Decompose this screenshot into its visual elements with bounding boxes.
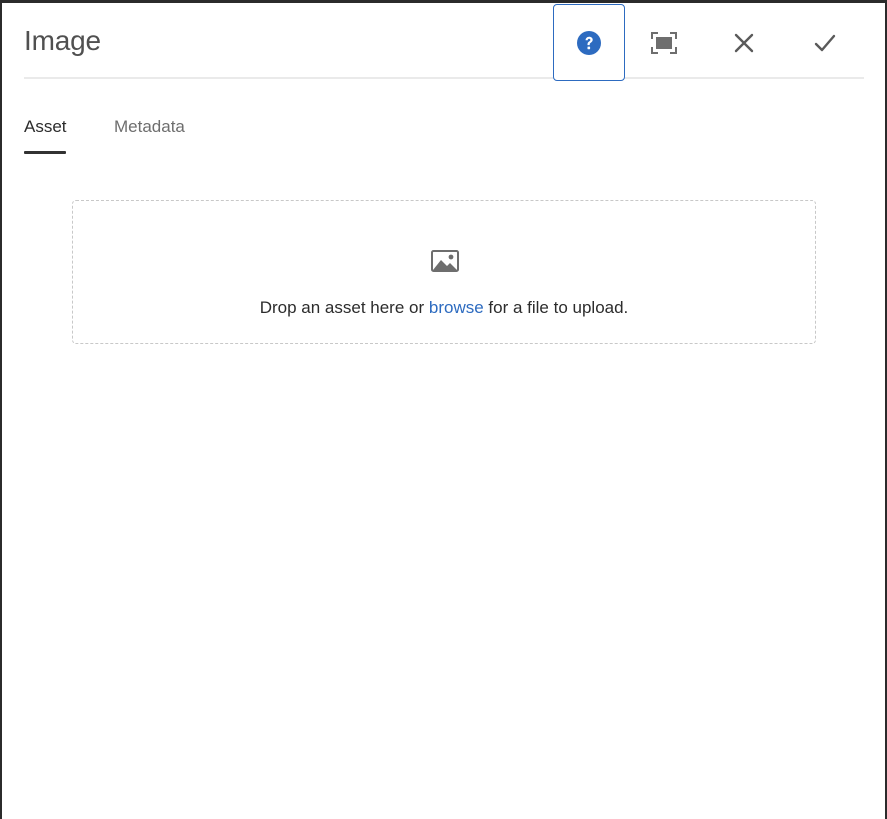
dialog-header: Image xyxy=(24,3,864,81)
dropzone-instructions: Drop an asset here or browse for a file … xyxy=(73,298,815,318)
tab-metadata[interactable]: Metadata xyxy=(114,117,185,137)
browse-link[interactable]: browse xyxy=(429,298,484,317)
tab-asset[interactable]: Asset xyxy=(24,117,67,137)
fullscreen-button[interactable] xyxy=(628,4,700,81)
dropzone-text-after: for a file to upload. xyxy=(483,298,629,317)
done-button[interactable] xyxy=(789,4,861,81)
checkmark-icon xyxy=(814,34,836,51)
close-icon xyxy=(734,33,754,52)
help-button[interactable] xyxy=(553,4,625,81)
close-button[interactable] xyxy=(708,4,780,81)
asset-dropzone[interactable]: Drop an asset here or browse for a file … xyxy=(72,200,816,344)
image-dialog: Image Asset Metadata Drop an asset here … xyxy=(2,3,885,819)
dialog-title: Image xyxy=(24,25,101,56)
help-icon xyxy=(577,30,601,55)
dropzone-text-before: Drop an asset here or xyxy=(259,298,429,317)
active-tab-indicator xyxy=(24,151,66,154)
image-icon xyxy=(431,250,459,272)
fullscreen-icon xyxy=(651,31,677,54)
